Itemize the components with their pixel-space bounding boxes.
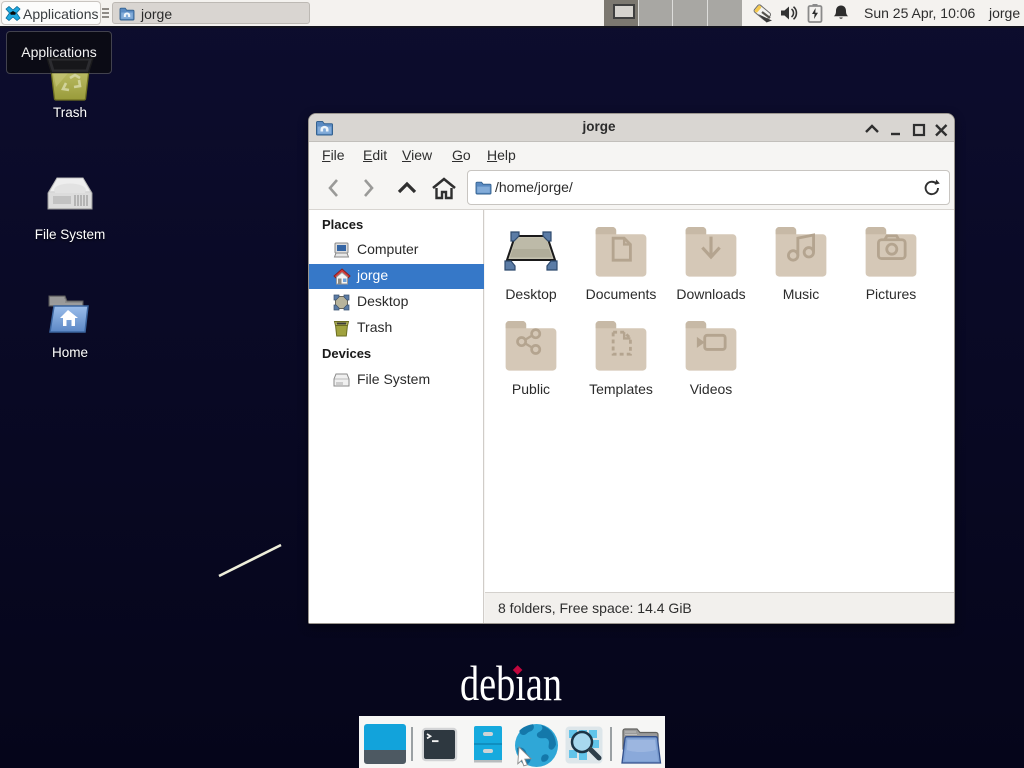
svg-text:debıan: debıan [460,655,562,708]
